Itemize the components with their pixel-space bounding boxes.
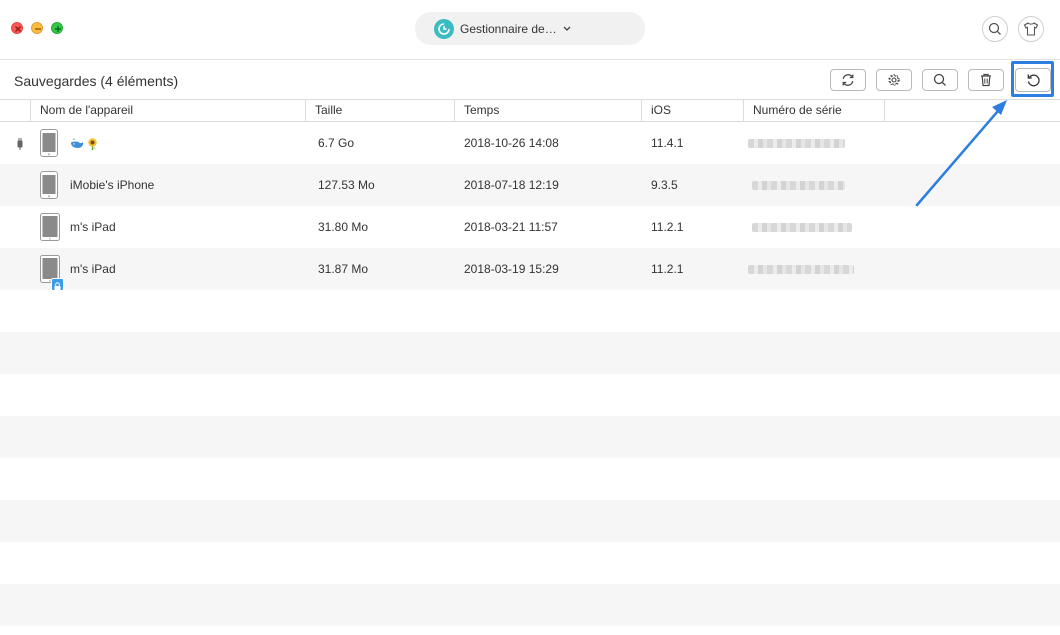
device-name: m's iPad — [70, 220, 116, 234]
usb-icon — [17, 138, 23, 150]
device-switcher[interactable]: Gestionnaire de… — [415, 12, 645, 45]
device-name: iMobie's iPhone — [70, 178, 155, 192]
app-manager-icon — [434, 18, 454, 39]
search-icon — [988, 22, 1001, 35]
backup-size: 127.53 Mo — [318, 178, 375, 192]
backup-size: 31.80 Mo — [318, 220, 369, 234]
empty-row-stripe — [0, 584, 1060, 626]
column-header-size[interactable]: Taille — [306, 100, 455, 121]
backup-size: 6.7 Go — [318, 136, 355, 150]
chevron-down-icon — [563, 26, 571, 31]
section-title: Sauvegardes (4 éléments) — [14, 73, 179, 89]
gear-icon — [888, 74, 900, 86]
maximize-window-button[interactable] — [51, 22, 63, 34]
backup-time: 2018-07-18 12:19 — [464, 178, 559, 192]
backup-time: 2018-10-26 14:08 — [464, 136, 559, 150]
iphone-icon — [40, 171, 58, 199]
backup-time: 2018-03-19 15:29 — [464, 262, 559, 276]
ios-version: 9.3.5 — [651, 178, 678, 192]
trash-icon — [981, 73, 991, 87]
device-name-emoji — [70, 137, 99, 150]
refresh-button[interactable] — [830, 69, 866, 91]
device-name: m's iPad — [70, 262, 116, 276]
refresh-icon — [842, 74, 854, 86]
title-bar: Gestionnaire de… — [0, 0, 1060, 60]
ipad-icon — [40, 213, 60, 241]
empty-row-stripe — [0, 416, 1060, 458]
ios-version: 11.4.1 — [651, 136, 684, 150]
minus-icon — [35, 28, 41, 30]
plus-icon — [55, 26, 61, 32]
empty-row-stripe — [0, 332, 1060, 374]
skin-button[interactable] — [1018, 16, 1044, 42]
search-icon — [933, 73, 946, 86]
ios-version: 11.2.1 — [651, 220, 684, 234]
close-icon — [15, 26, 21, 32]
serial-number-blurred — [752, 181, 845, 190]
column-header-time[interactable]: Temps — [455, 100, 642, 121]
serial-number-blurred — [748, 265, 854, 274]
ios-version: 11.2.1 — [651, 262, 684, 276]
column-header-name[interactable]: Nom de l'appareil — [31, 100, 306, 121]
sunflower-icon — [88, 138, 97, 150]
annotation-arrow — [915, 100, 1007, 207]
minimize-window-button[interactable] — [31, 22, 43, 34]
whale-icon — [71, 138, 83, 148]
empty-row-stripe — [0, 500, 1060, 542]
global-search-button[interactable] — [982, 16, 1008, 42]
tshirt-icon — [1023, 22, 1039, 36]
encrypted-lock-icon — [51, 278, 64, 291]
close-window-button[interactable] — [11, 22, 23, 34]
serial-number-blurred — [748, 139, 845, 148]
column-header-icon — [0, 100, 31, 121]
column-header-ios[interactable]: iOS — [642, 100, 744, 121]
column-header-serial[interactable]: Numéro de série — [744, 100, 885, 121]
device-switcher-label: Gestionnaire de… — [460, 21, 557, 36]
iphone-icon — [40, 129, 58, 157]
backup-time: 2018-03-21 11:57 — [464, 220, 558, 234]
backup-size: 31.87 Mo — [318, 262, 369, 276]
serial-number-blurred — [752, 223, 852, 232]
table-row[interactable]: m's iPad 31.87 Mo 2018-03-19 15:29 11.2.… — [0, 248, 1060, 291]
